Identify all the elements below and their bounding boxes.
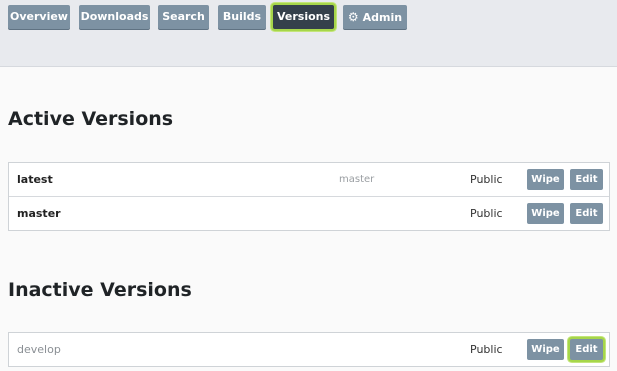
nav-search-button[interactable]: Search	[158, 5, 209, 29]
wipe-button[interactable]: Wipe	[527, 169, 564, 190]
edit-button[interactable]: Edit	[570, 339, 603, 360]
inactive-versions-table: develop Public Wipe Edit	[8, 332, 610, 367]
inactive-versions-heading: Inactive Versions	[8, 279, 192, 301]
version-branch: master	[339, 174, 375, 185]
version-name[interactable]: master	[17, 197, 61, 230]
edit-button[interactable]: Edit	[570, 203, 603, 224]
version-privacy: Public	[470, 173, 503, 186]
nav-overview-button[interactable]: Overview	[8, 5, 70, 29]
edit-button[interactable]: Edit	[570, 169, 603, 190]
gear-icon: ⚙	[347, 10, 359, 24]
version-name[interactable]: develop	[17, 333, 61, 366]
version-name[interactable]: latest	[17, 163, 53, 196]
project-nav-bar: Overview Downloads Search Builds Version…	[0, 0, 617, 67]
active-versions-heading: Active Versions	[8, 108, 174, 130]
nav-admin-button[interactable]: ⚙ Admin	[343, 5, 407, 29]
wipe-button[interactable]: Wipe	[527, 339, 564, 360]
wipe-button[interactable]: Wipe	[527, 203, 564, 224]
active-versions-table: latest master Public Wipe Edit master Pu…	[8, 162, 610, 231]
version-row-latest: latest master Public Wipe Edit	[9, 163, 609, 197]
version-privacy: Public	[470, 207, 503, 220]
version-row-develop: develop Public Wipe Edit	[9, 333, 609, 366]
version-row-master: master Public Wipe Edit	[9, 197, 609, 230]
nav-downloads-button[interactable]: Downloads	[79, 5, 150, 29]
nav-builds-button[interactable]: Builds	[218, 5, 266, 29]
nav-versions-button[interactable]: Versions	[273, 5, 334, 29]
version-privacy: Public	[470, 343, 503, 356]
nav-admin-label: Admin	[362, 11, 403, 24]
